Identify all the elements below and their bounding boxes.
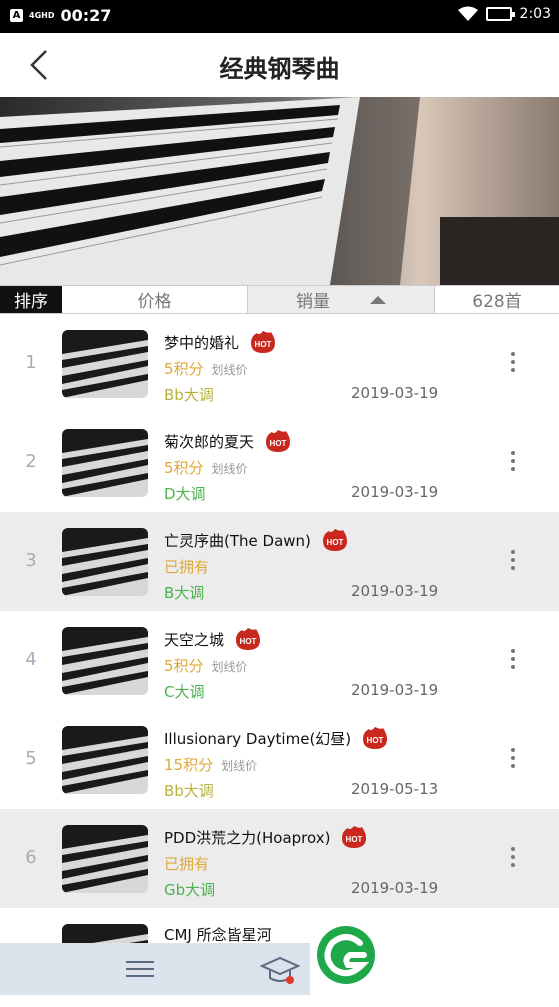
- network-type: 4GHD: [29, 10, 55, 20]
- song-price: 5积分 划线价: [164, 657, 248, 675]
- strike-price-label: 划线价: [211, 462, 248, 476]
- song-price: 15积分 划线价: [164, 756, 258, 774]
- hot-badge-label: HOT: [270, 439, 287, 448]
- song-list: 1 梦中的婚礼 HOT 5积分 划线价 Bb大调 2019-03-19 2 菊次郎的夏天 HOT…: [0, 314, 559, 1007]
- more-options-icon[interactable]: [505, 847, 521, 871]
- battery-icon: [485, 7, 515, 21]
- song-row[interactable]: 5 Illusionary Daytime(幻昼) HOT 15积分 划线价 Bb大调 20…: [0, 710, 559, 809]
- wifi-icon: [457, 6, 478, 21]
- status-bar: A 4GHD 00:27 2:03: [0, 0, 559, 33]
- song-title-row: CMJ 所念皆星河: [164, 924, 272, 945]
- song-title-row: 梦中的婚礼 HOT: [164, 330, 277, 354]
- sort-arrow-up-icon: [370, 295, 386, 304]
- page-title: 经典钢琴曲: [219, 55, 340, 83]
- strike-price-label: 划线价: [211, 660, 248, 674]
- hot-badge-icon: HOT: [266, 430, 291, 452]
- strike-price-label: 划线价: [221, 759, 258, 773]
- hot-badge-label: HOT: [240, 637, 257, 646]
- song-count: 628首: [472, 292, 522, 312]
- song-title-row: 亡灵序曲(The Dawn) HOT: [164, 528, 349, 552]
- sort-by-price-tab[interactable]: 价格: [62, 286, 248, 313]
- song-index: 2: [25, 451, 37, 472]
- song-thumbnail: [62, 825, 148, 893]
- song-price: 5积分 划线价: [164, 459, 248, 477]
- hot-badge-icon: HOT: [363, 727, 388, 749]
- song-key: B大调: [164, 584, 205, 602]
- song-title-row: Illusionary Daytime(幻昼) HOT: [164, 726, 389, 750]
- hot-badge-icon: HOT: [322, 529, 347, 551]
- song-row[interactable]: 2 菊次郎的夏天 HOT 5积分 划线价 D大调 2019-03-19: [0, 413, 559, 512]
- song-thumbnail: [62, 528, 148, 596]
- song-row[interactable]: 4 天空之城 HOT 5积分 划线价 C大调 2019-03-19: [0, 611, 559, 710]
- song-key: D大调: [164, 485, 206, 503]
- more-options-icon[interactable]: [505, 451, 521, 475]
- more-options-icon[interactable]: [505, 748, 521, 772]
- song-row[interactable]: 1 梦中的婚礼 HOT 5积分 划线价 Bb大调 2019-03-19: [0, 314, 559, 413]
- song-title: 亡灵序曲(The Dawn): [164, 531, 311, 550]
- song-date: 2019-03-19: [351, 483, 439, 501]
- app-logo[interactable]: [316, 925, 376, 985]
- song-price: 已拥有: [164, 558, 210, 576]
- song-price: 5积分 划线价: [164, 360, 248, 378]
- hot-badge-icon: HOT: [236, 628, 261, 650]
- hot-badge-icon: HOT: [342, 826, 367, 848]
- header: 经典钢琴曲: [0, 33, 559, 97]
- notification-icon: A: [10, 9, 23, 22]
- song-thumbnail: [62, 429, 148, 497]
- sort-label: 排序: [0, 286, 62, 313]
- hot-badge-icon: HOT: [251, 331, 276, 353]
- more-options-icon[interactable]: [505, 550, 521, 574]
- status-clock: 2:03: [519, 6, 551, 22]
- status-right: 2:03: [457, 6, 551, 22]
- song-index: 5: [25, 748, 37, 769]
- sort-sales-label: 销量: [296, 292, 330, 312]
- sort-bar: 排序 价格 销量 628首: [0, 285, 559, 314]
- menu-icon[interactable]: [126, 961, 154, 979]
- song-title: PDD洪荒之力(Hoaprox): [164, 828, 331, 847]
- song-title: 梦中的婚礼: [164, 333, 240, 352]
- song-date: 2019-03-19: [351, 384, 439, 402]
- song-date: 2019-05-13: [351, 780, 439, 798]
- song-row[interactable]: 6 PDD洪荒之力(Hoaprox) HOT 已拥有 Gb大调 2019-03-19: [0, 809, 559, 908]
- status-time: 00:27: [60, 6, 112, 25]
- song-title-row: PDD洪荒之力(Hoaprox) HOT: [164, 825, 368, 849]
- song-date: 2019-03-19: [351, 879, 439, 897]
- status-left: A 4GHD 00:27: [10, 6, 111, 25]
- hot-badge-label: HOT: [367, 736, 384, 745]
- song-index: 3: [25, 550, 37, 571]
- song-index: 4: [25, 649, 37, 670]
- song-price: 已拥有: [164, 855, 210, 873]
- song-date: 2019-03-19: [351, 681, 439, 699]
- song-index: 6: [25, 847, 37, 868]
- song-thumbnail: [62, 627, 148, 695]
- strike-price-label: 划线价: [211, 363, 248, 377]
- sort-by-sales-tab[interactable]: 销量: [248, 286, 435, 313]
- bottom-nav-bar: [0, 943, 310, 995]
- song-row[interactable]: 3 亡灵序曲(The Dawn) HOT 已拥有 B大调 2019-03-19: [0, 512, 559, 611]
- song-date: 2019-03-19: [351, 582, 439, 600]
- song-key: Gb大调: [164, 881, 216, 899]
- hot-badge-label: HOT: [346, 835, 363, 844]
- song-index: 1: [25, 352, 37, 373]
- more-options-icon[interactable]: [505, 649, 521, 673]
- song-title: CMJ 所念皆星河: [164, 926, 272, 944]
- song-thumbnail: [62, 726, 148, 794]
- song-title: 菊次郎的夏天: [164, 432, 255, 451]
- song-title-row: 天空之城 HOT: [164, 627, 262, 651]
- song-title: 天空之城: [164, 630, 225, 649]
- graduation-cap-icon[interactable]: [260, 954, 300, 986]
- song-thumbnail: [62, 330, 148, 398]
- more-options-icon[interactable]: [505, 352, 521, 376]
- song-key: C大调: [164, 683, 205, 701]
- song-key: Bb大调: [164, 386, 214, 404]
- song-key: Bb大调: [164, 782, 214, 800]
- hot-badge-label: HOT: [255, 340, 272, 349]
- hot-badge-label: HOT: [326, 538, 343, 547]
- piano-banner-image: [0, 97, 559, 285]
- song-title-row: 菊次郎的夏天 HOT: [164, 429, 292, 453]
- song-title: Illusionary Daytime(幻昼): [164, 729, 352, 748]
